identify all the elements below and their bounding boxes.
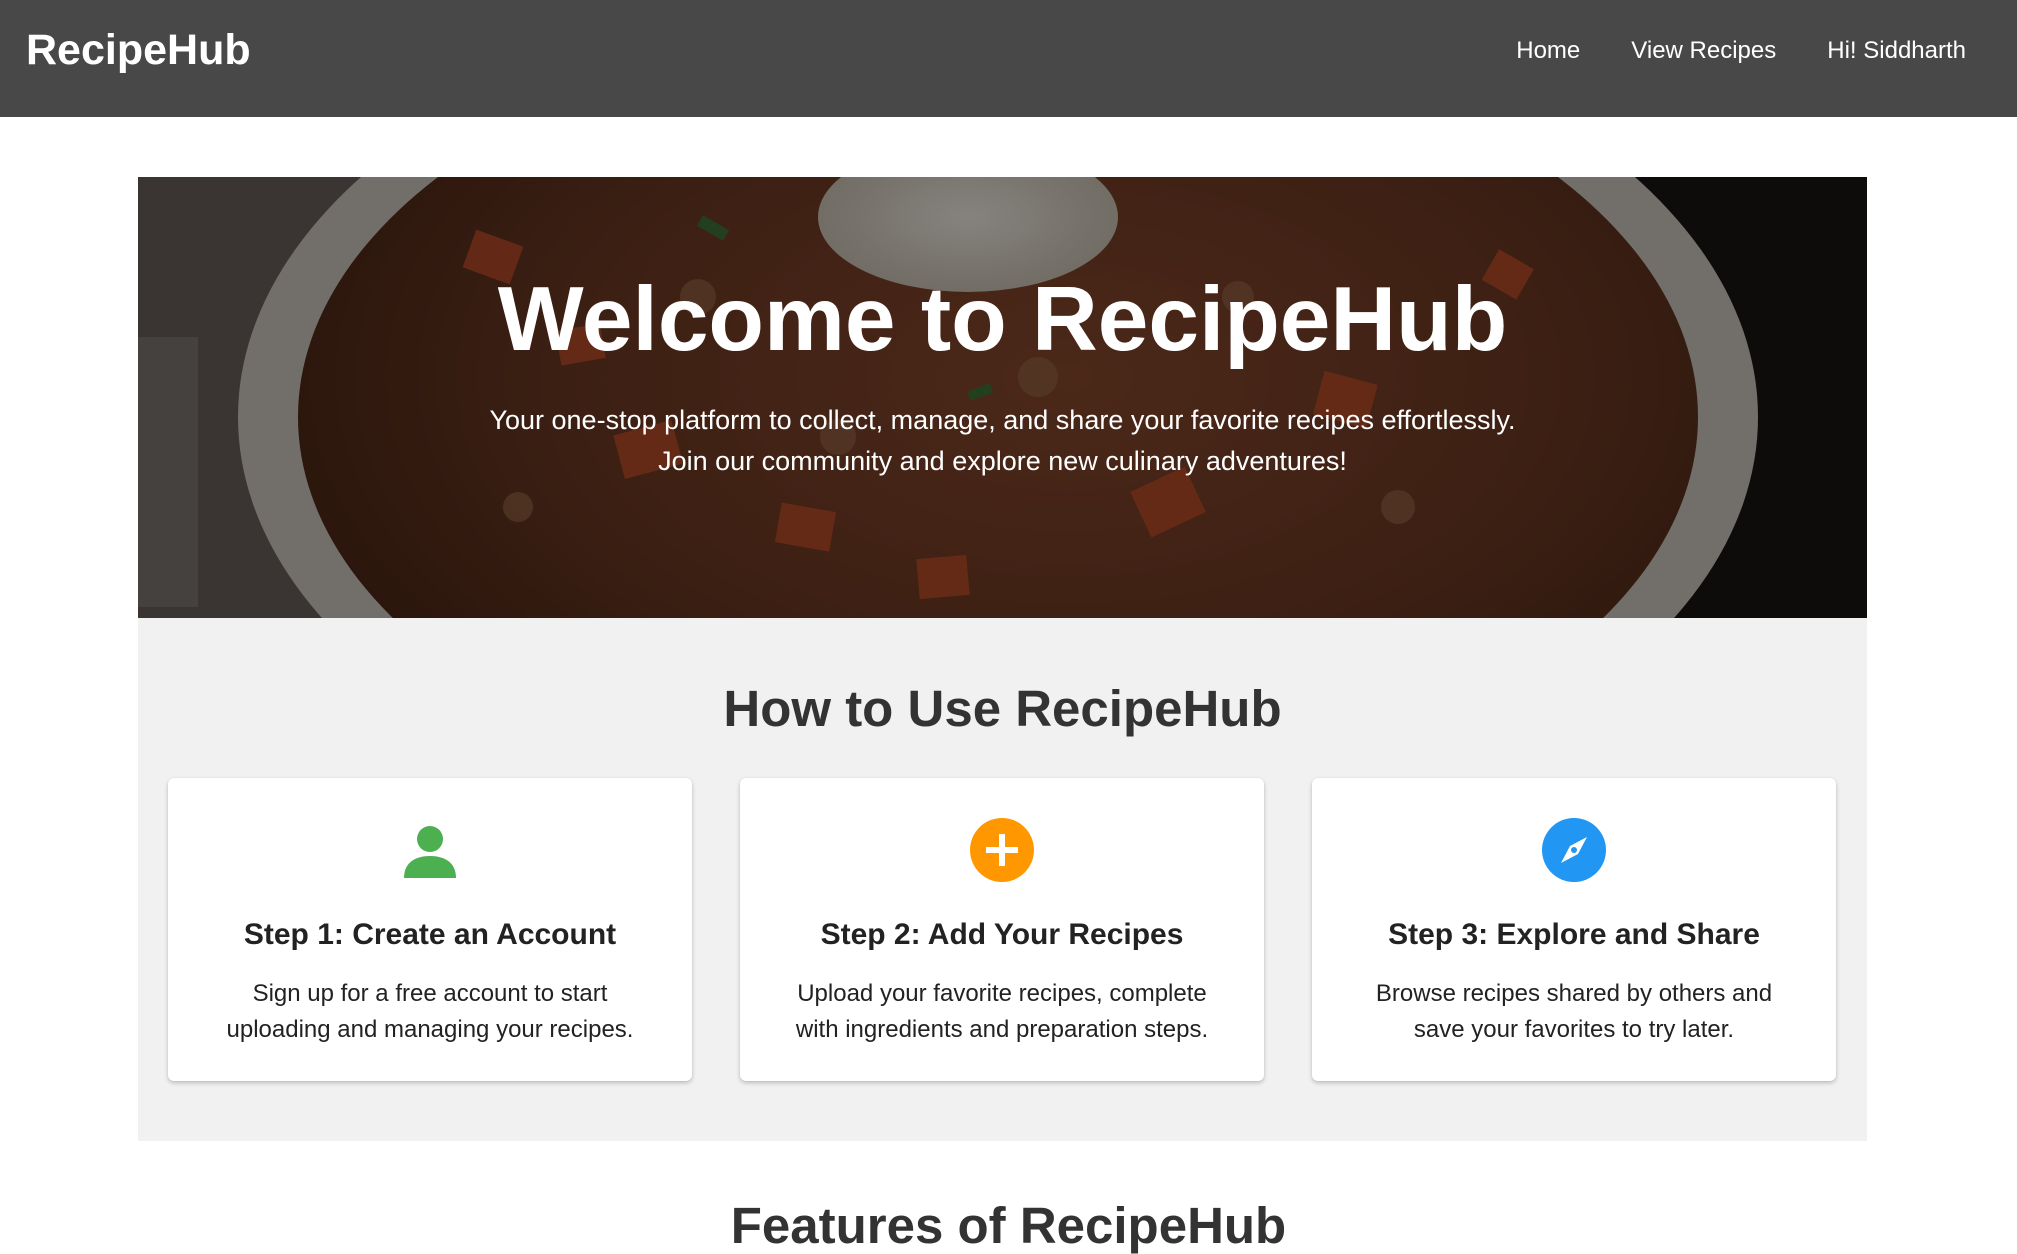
hero-subtitle-line-1: Your one-stop platform to collect, manag… xyxy=(489,405,1516,435)
nav-user-greeting-link[interactable]: Hi! Siddharth xyxy=(1827,37,1966,65)
step-card-create-account: Step 1: Create an Account Sign up for a … xyxy=(168,778,692,1081)
step-title: Step 3: Explore and Share xyxy=(1388,918,1760,951)
step-title: Step 2: Add Your Recipes xyxy=(820,918,1184,951)
brand-logo[interactable]: RecipeHub xyxy=(26,26,251,75)
step-title: Step 1: Create an Account xyxy=(243,918,617,951)
hero-subtitle: Your one-stop platform to collect, manag… xyxy=(138,400,1867,482)
step-description-line: uploading and managing your recipes. xyxy=(226,1016,634,1043)
step-description: Upload your favorite recipes, complete w… xyxy=(780,976,1224,1048)
how-to-title: How to Use RecipeHub xyxy=(723,680,1282,737)
hero-subtitle-line-2: Join our community and explore new culin… xyxy=(658,446,1347,476)
nav-home-link[interactable]: Home xyxy=(1516,37,1580,65)
compass-icon xyxy=(1542,818,1606,882)
step-description-line: Upload your favorite recipes, complete xyxy=(797,980,1207,1007)
nav-view-recipes-link[interactable]: View Recipes xyxy=(1631,37,1776,65)
step-description: Sign up for a free account to start uplo… xyxy=(208,976,652,1048)
hero-banner: Welcome to RecipeHub Your one-stop platf… xyxy=(138,177,1867,618)
step-description-line: with ingredients and preparation steps. xyxy=(795,1016,1209,1043)
step-description-line: Browse recipes shared by others and xyxy=(1375,980,1773,1007)
top-navbar: RecipeHub Home View Recipes Hi! Siddhart… xyxy=(0,0,2017,117)
page: RecipeHub Home View Recipes Hi! Siddhart… xyxy=(0,0,2017,1254)
plus-circle-icon xyxy=(970,818,1034,882)
step-description: Browse recipes shared by others and save… xyxy=(1352,976,1796,1048)
hero-title: Welcome to RecipeHub xyxy=(497,269,1508,370)
how-to-section: How to Use RecipeHub Step 1: Create an A… xyxy=(138,618,1867,1141)
user-icon xyxy=(404,826,456,878)
main-nav: Home View Recipes Hi! Siddharth xyxy=(1465,37,1966,65)
step-card-add-recipes: Step 2: Add Your Recipes Upload your fav… xyxy=(740,778,1264,1081)
step-description-line: Sign up for a free account to start xyxy=(252,980,608,1007)
step-description-line: save your favorites to try later. xyxy=(1413,1016,1735,1043)
hero-content: Welcome to RecipeHub Your one-stop platf… xyxy=(138,177,1867,618)
features-title: Features of RecipeHub xyxy=(730,1197,1287,1254)
step-card-explore-share: Step 3: Explore and Share Browse recipes… xyxy=(1312,778,1836,1081)
